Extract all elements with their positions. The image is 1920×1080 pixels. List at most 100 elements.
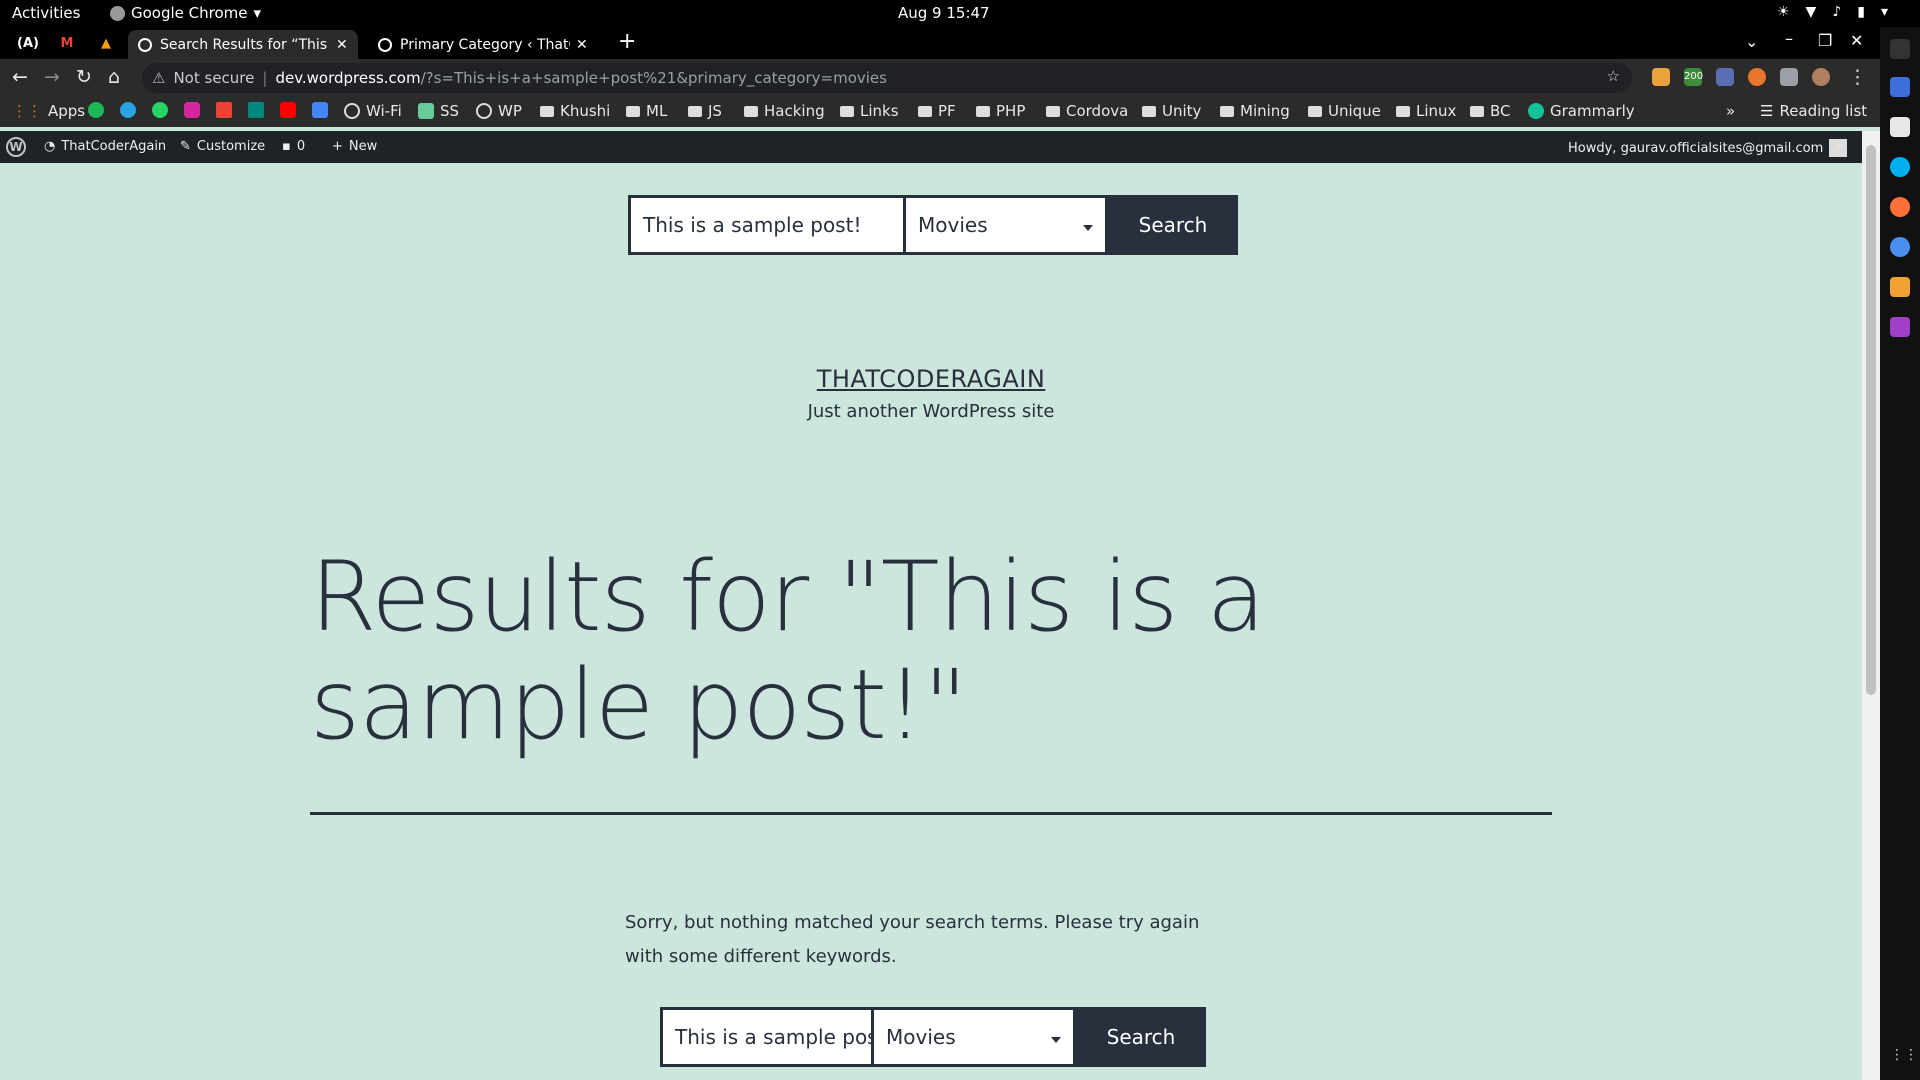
new-tab-button[interactable]: + (618, 29, 636, 54)
bookmark-meet[interactable] (248, 102, 264, 118)
activities-button[interactable]: Activities (12, 4, 80, 22)
reading-list-button[interactable]: ☰ Reading list (1760, 102, 1867, 120)
scrollbar-thumb[interactable] (1866, 145, 1876, 695)
files-icon[interactable] (1890, 77, 1910, 97)
bookmark-folder-pf[interactable]: PF (918, 102, 956, 120)
bookmark-folder-unity[interactable]: Unity (1142, 102, 1201, 120)
bookmark-folder-linux[interactable]: Linux (1396, 102, 1456, 120)
tab-search-icon[interactable]: ⌄ (1745, 32, 1758, 51)
chevron-down-icon (1083, 225, 1093, 231)
close-icon[interactable]: ✕ (576, 37, 588, 53)
bookmark-folder-cordova[interactable]: Cordova (1046, 102, 1128, 120)
tab-primary-category[interactable]: Primary Category ‹ ThatCo ✕ (368, 30, 598, 59)
system-tray[interactable]: ☀ ▼ ♪ ▮ ▾ (1777, 4, 1888, 20)
bookmark-folder-hacking[interactable]: Hacking (744, 102, 825, 120)
close-window-button[interactable]: ✕ (1850, 31, 1863, 50)
bookmark-label: Wi-Fi (366, 102, 402, 120)
chrome-icon[interactable] (1890, 237, 1910, 257)
search-button[interactable]: Search (1108, 195, 1238, 255)
admin-bar-site-name[interactable]: ◔ ThatCoderAgain (44, 139, 166, 154)
chrome-menu-icon[interactable]: ⋮ (1848, 66, 1867, 88)
page-scrollbar[interactable] (1862, 131, 1880, 1080)
skype-icon[interactable] (1890, 157, 1910, 177)
bookmark-folder-ml[interactable]: ML (626, 102, 667, 120)
clock[interactable]: Aug 9 15:47 (898, 4, 990, 22)
close-icon[interactable]: ✕ (336, 37, 348, 53)
bookmark-apps[interactable]: ⋮⋮ Apps (12, 102, 85, 120)
counter-extension-badge[interactable]: 200 (1684, 68, 1703, 86)
color-picker-extension-icon[interactable] (1716, 68, 1734, 86)
app-menu[interactable]: Google Chrome ▾ (110, 4, 261, 22)
side-dock: ⋮⋮ (1880, 27, 1920, 1080)
bookmark-whatsapp[interactable] (152, 102, 168, 118)
category-select[interactable]: Movies (874, 1007, 1076, 1067)
home-button[interactable]: ⌂ (108, 66, 120, 88)
bookmark-folder-links[interactable]: Links (840, 102, 899, 120)
minimize-button[interactable]: – (1785, 29, 1793, 48)
site-title[interactable]: THATCODERAGAIN (0, 365, 1862, 393)
meet-icon (248, 102, 264, 118)
brightness-icon: ☀ (1776, 4, 1790, 20)
bookmark-folder-php[interactable]: PHP (976, 102, 1025, 120)
bookmark-folder-unique[interactable]: Unique (1308, 102, 1381, 120)
bookmark-label: Hacking (764, 102, 825, 120)
show-apps-icon[interactable]: ⋮⋮ (1890, 1047, 1918, 1067)
pinned-tab-a-icon[interactable]: (A) (17, 33, 39, 53)
bookmark-folder-js[interactable]: JS (688, 102, 722, 120)
bookmark-folder-bc[interactable]: BC (1470, 102, 1511, 120)
window-icon[interactable] (1890, 117, 1910, 137)
bookmark-wifi[interactable]: Wi-Fi (344, 102, 402, 120)
chrome-icon (110, 5, 125, 21)
bookmark-grammarly[interactable]: Grammarly (1528, 102, 1635, 120)
folder-icon (1470, 105, 1484, 117)
puzzle-extensions-icon[interactable] (1780, 68, 1798, 86)
whatsapp-icon (152, 102, 168, 118)
bookmark-wp[interactable]: WP (476, 102, 522, 120)
bookmark-translate[interactable] (312, 102, 328, 118)
extension-icon[interactable] (1748, 68, 1766, 86)
folder-icon (626, 105, 640, 117)
bookmark-label: ML (646, 102, 668, 120)
back-button[interactable]: ← (12, 66, 28, 88)
address-bar[interactable]: ⚠ Not secure | dev.wordpress.com /?s=Thi… (142, 63, 1632, 93)
profile-avatar[interactable] (1812, 68, 1830, 86)
forward-button[interactable]: → (44, 66, 60, 88)
search-button[interactable]: Search (1076, 1007, 1206, 1067)
firefox-icon[interactable] (1890, 197, 1910, 217)
admin-bar-comments[interactable]: ▪ 0 (282, 139, 305, 154)
comment-icon: ▪ (282, 139, 291, 154)
bottom-search-form: This is a sample post! Movies Search (660, 1007, 1206, 1067)
admin-bar-customize[interactable]: ✎ Customize (180, 139, 265, 154)
bookmark-ss[interactable]: SS (418, 102, 459, 120)
folder-icon (1308, 105, 1322, 117)
wp-logo-menu[interactable]: W (6, 137, 26, 157)
bookmark-folder-mining[interactable]: Mining (1220, 102, 1290, 120)
category-select[interactable]: Movies (906, 195, 1108, 255)
bookmark-instagram[interactable] (184, 102, 200, 118)
phpstorm-icon[interactable] (1890, 317, 1910, 337)
terminal-icon[interactable] (1890, 39, 1910, 59)
admin-bar-search-icon[interactable]: ⌕ (1836, 139, 1843, 154)
search-input[interactable]: This is a sample post! (628, 195, 906, 255)
search-input[interactable]: This is a sample post! (660, 1007, 874, 1067)
bookmark-telegram[interactable] (120, 102, 136, 118)
cookie-extension-icon[interactable] (1652, 68, 1670, 86)
bookmark-youtube[interactable] (280, 102, 296, 118)
admin-bar-account[interactable]: Howdy, gaurav.officialsites@gmail.com (1568, 139, 1848, 157)
bookmark-spotify[interactable] (88, 102, 104, 118)
security-label[interactable]: Not secure (173, 69, 254, 87)
bookmark-gmail[interactable] (216, 102, 232, 118)
tab-search-results[interactable]: Search Results for “This is ✕ (128, 30, 358, 59)
bookmark-label: Unity (1162, 102, 1202, 120)
reload-button[interactable]: ↻ (76, 66, 92, 88)
youtube-icon (280, 102, 296, 118)
telegram-icon (120, 102, 136, 118)
restore-button[interactable]: ❐ (1818, 31, 1832, 50)
sublime-icon[interactable] (1890, 277, 1910, 297)
bookmark-folder-khushi[interactable]: Khushi (540, 102, 610, 120)
bookmarks-overflow-button[interactable]: » (1726, 102, 1735, 120)
pinned-tab-gmail-icon[interactable]: M (57, 33, 77, 53)
admin-bar-new[interactable]: + New (332, 139, 377, 154)
bookmark-star-icon[interactable]: ☆ (1607, 67, 1620, 85)
pinned-tab-tutorial-icon[interactable]: ▲ (96, 33, 116, 53)
